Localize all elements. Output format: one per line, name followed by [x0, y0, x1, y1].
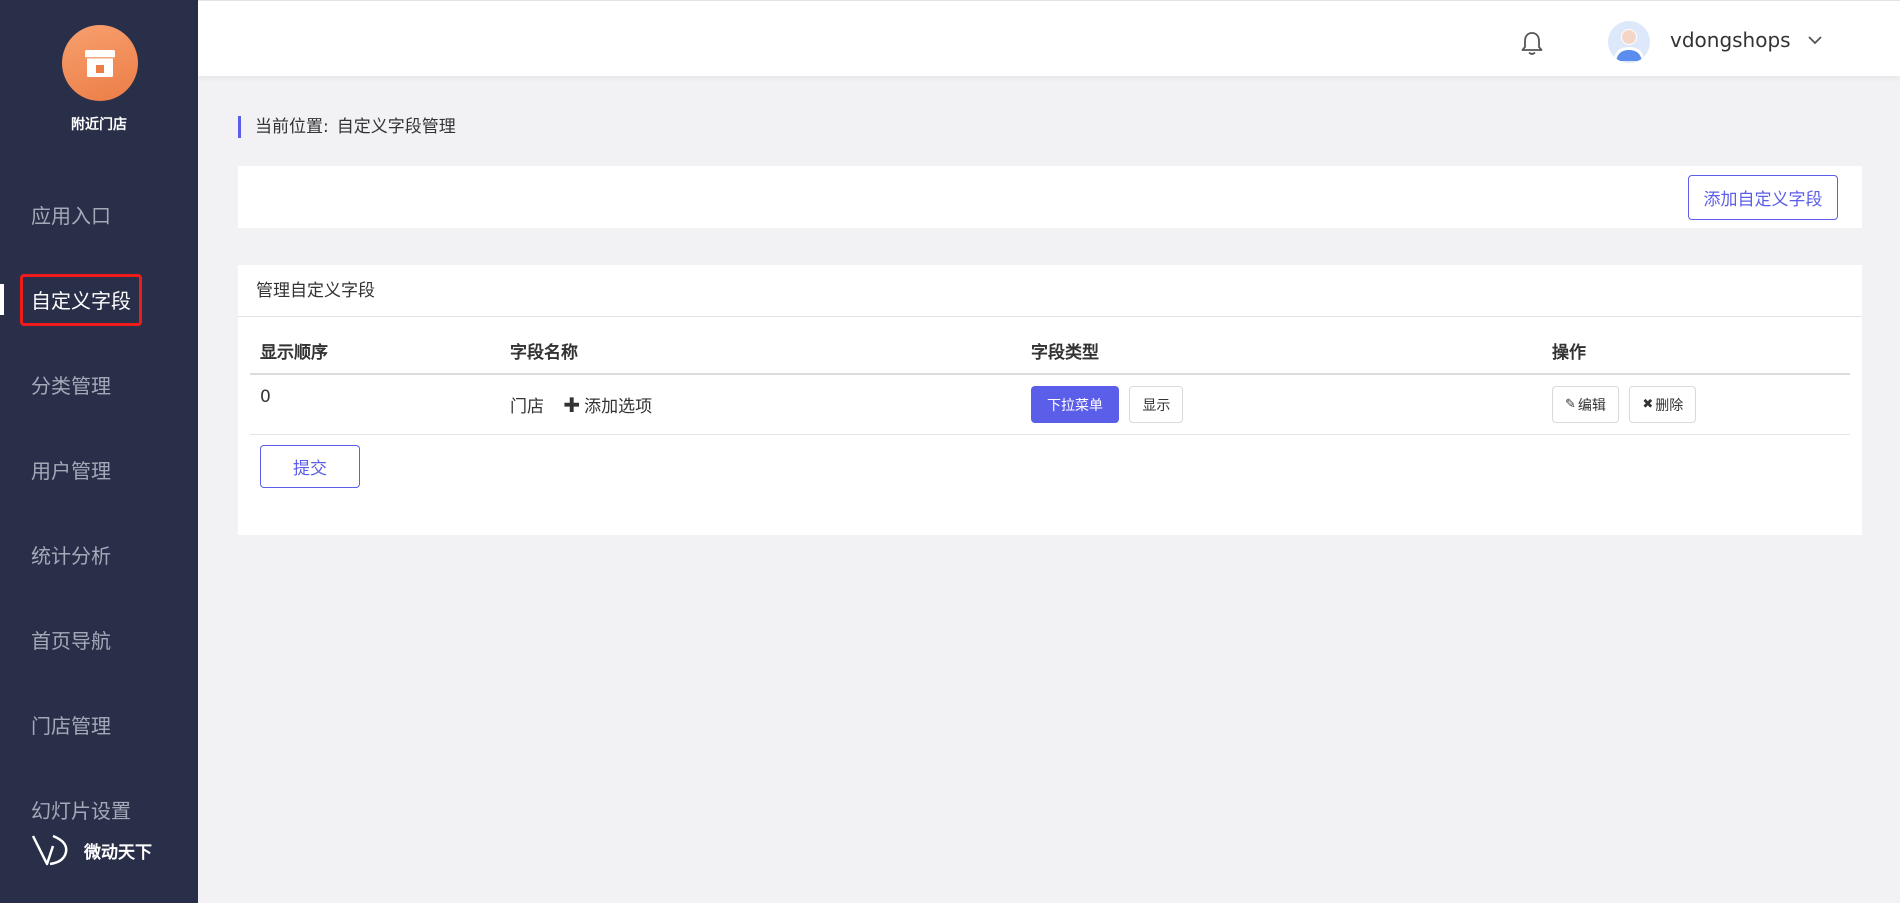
sidebar: 附近门店 应用入口 自定义字段 分类管理 用户管理 统计分析 首页导航 门店管理… — [0, 0, 198, 903]
brand-logo-icon — [31, 834, 68, 866]
field-name-cell: 门店 ✚ 添加选项 — [500, 392, 1021, 418]
column-header-actions: 操作 — [1552, 343, 1586, 363]
sidebar-item-label: 首页导航 — [31, 629, 111, 653]
sidebar-item-home-nav[interactable]: 首页导航 — [0, 597, 198, 682]
sidebar-item-custom-fields[interactable]: 自定义字段 — [0, 257, 198, 342]
sidebar-item-app-entry[interactable]: 应用入口 — [0, 172, 198, 257]
panel-title: 管理自定义字段 — [238, 265, 1862, 317]
app-name: 附近门店 — [71, 117, 127, 133]
close-icon: ✖ — [1642, 397, 1654, 412]
actions-cell: ✎ 编辑 ✖ 删除 — [1542, 386, 1850, 423]
delete-label: 删除 — [1655, 397, 1684, 414]
sidebar-item-label: 应用入口 — [31, 204, 111, 228]
plus-icon: ✚ — [563, 392, 581, 417]
top-bar: vdongshops — [198, 0, 1900, 76]
avatar[interactable] — [1608, 21, 1650, 63]
sidebar-item-label: 分类管理 — [31, 374, 111, 398]
chevron-down-icon[interactable] — [1806, 33, 1824, 47]
column-header-order: 显示顺序 — [260, 343, 328, 363]
toolbar-card: 添加自定义字段 — [238, 166, 1862, 228]
breadcrumb-current: 自定义字段管理 — [336, 117, 456, 137]
username[interactable]: vdongshops — [1670, 28, 1791, 52]
breadcrumb: 当前位置: 自定义字段管理 — [238, 116, 456, 138]
sidebar-item-label: 幻灯片设置 — [31, 799, 131, 823]
delete-button[interactable]: ✖ 删除 — [1629, 386, 1697, 423]
table-row: 0 门店 ✚ 添加选项 下拉菜单 显示 ✎ 编辑 ✖ 删除 — [250, 375, 1850, 435]
breadcrumb-prefix: 当前位置: — [255, 117, 329, 137]
sidebar-item-label: 统计分析 — [31, 544, 111, 568]
sidebar-item-label: 自定义字段 — [20, 273, 142, 326]
sidebar-item-label: 门店管理 — [31, 714, 111, 738]
brand-name: 微动天下 — [84, 842, 152, 863]
fields-table: 显示顺序 字段名称 字段类型 操作 0 门店 ✚ 添加选项 下拉菜单 显示 ✎ — [250, 317, 1850, 435]
table-header: 显示顺序 字段名称 字段类型 操作 — [250, 317, 1850, 375]
sidebar-item-users[interactable]: 用户管理 — [0, 427, 198, 512]
column-header-type: 字段类型 — [1031, 343, 1099, 363]
edit-icon: ✎ — [1565, 397, 1576, 412]
edit-button[interactable]: ✎ 编辑 — [1552, 386, 1619, 423]
sidebar-menu: 应用入口 自定义字段 分类管理 用户管理 统计分析 首页导航 门店管理 幻灯片设… — [0, 172, 198, 852]
store-logo-icon — [62, 25, 138, 101]
visibility-button[interactable]: 显示 — [1129, 386, 1184, 423]
field-name: 门店 — [510, 396, 544, 417]
add-option-link[interactable]: ✚ 添加选项 — [563, 392, 653, 418]
custom-fields-panel: 管理自定义字段 显示顺序 字段名称 字段类型 操作 0 门店 ✚ 添加选项 下拉… — [238, 265, 1862, 535]
sidebar-item-label: 用户管理 — [31, 459, 111, 483]
sidebar-item-category[interactable]: 分类管理 — [0, 342, 198, 427]
brand-footer: 微动天下 — [30, 832, 152, 868]
user-avatar-icon — [1608, 21, 1650, 63]
bell-icon[interactable] — [1518, 29, 1546, 57]
dropdown-type-button[interactable]: 下拉菜单 — [1031, 386, 1119, 423]
add-custom-field-button[interactable]: 添加自定义字段 — [1688, 175, 1838, 220]
sidebar-item-statistics[interactable]: 统计分析 — [0, 512, 198, 597]
order-value: 0 — [260, 387, 271, 407]
field-type-cell: 下拉菜单 显示 — [1021, 386, 1542, 423]
add-option-label: 添加选项 — [584, 397, 653, 418]
submit-button[interactable]: 提交 — [260, 445, 360, 488]
edit-label: 编辑 — [1577, 397, 1606, 414]
sidebar-item-stores[interactable]: 门店管理 — [0, 682, 198, 767]
column-header-name: 字段名称 — [510, 343, 578, 363]
